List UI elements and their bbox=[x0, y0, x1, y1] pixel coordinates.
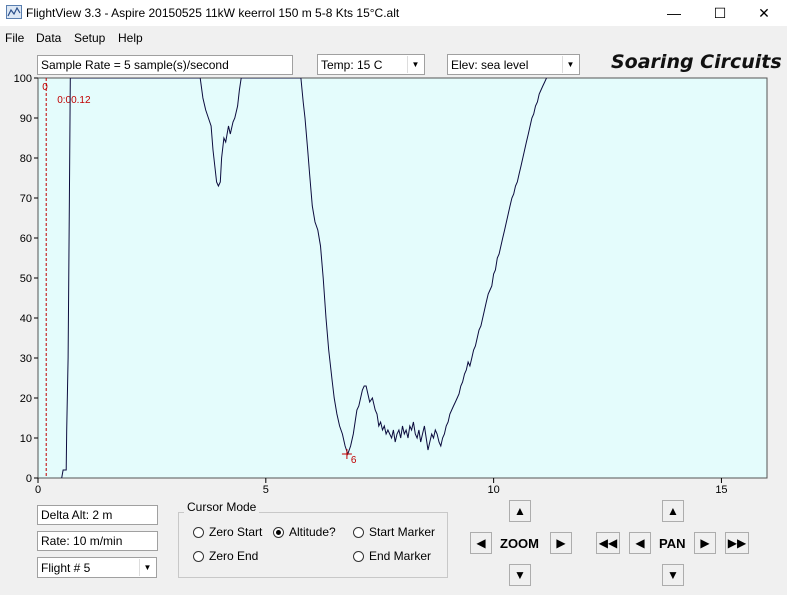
y-tick-label: 0 bbox=[26, 473, 32, 485]
double-left-icon: ◀◀ bbox=[598, 536, 618, 550]
y-tick-label: 60 bbox=[20, 233, 32, 245]
radio-zero-end[interactable]: Zero End bbox=[193, 549, 258, 563]
pan-down-button[interactable]: ▼ bbox=[662, 564, 684, 586]
radio-dot[interactable] bbox=[193, 526, 204, 538]
x-tick-label: 10 bbox=[488, 484, 500, 496]
triangle-up-icon: ▲ bbox=[667, 504, 679, 518]
menu-setup[interactable]: Setup bbox=[74, 31, 105, 45]
zoom-right-button[interactable]: ▶ bbox=[550, 532, 572, 554]
cursor-value-label: 6 bbox=[351, 455, 357, 466]
cursor-mode-title: Cursor Mode bbox=[184, 500, 260, 514]
zoom-down-button[interactable]: ▼ bbox=[509, 564, 531, 586]
triangle-down-icon: ▼ bbox=[514, 568, 526, 582]
triangle-up-icon: ▲ bbox=[514, 504, 526, 518]
zoom-label: ZOOM bbox=[500, 536, 539, 551]
y-tick-label: 40 bbox=[20, 313, 32, 325]
pan-up-button[interactable]: ▲ bbox=[662, 500, 684, 522]
triangle-left-icon: ◀ bbox=[635, 536, 645, 550]
chevron-down-icon[interactable]: ▼ bbox=[139, 559, 155, 576]
delta-alt-field: Delta Alt: 2 m bbox=[37, 505, 158, 525]
radio-label: Zero Start bbox=[209, 525, 263, 539]
double-right-icon: ▶▶ bbox=[727, 536, 747, 550]
flight-select[interactable]: Flight # 5 ▼ bbox=[37, 557, 157, 578]
menu-file[interactable]: File bbox=[5, 31, 24, 45]
x-tick-label: 5 bbox=[263, 484, 269, 496]
radio-label: Start Marker bbox=[369, 525, 436, 539]
y-tick-label: 70 bbox=[20, 193, 32, 205]
pan-right-button[interactable]: ▶ bbox=[694, 532, 716, 554]
menu-bar: File Data Setup Help bbox=[0, 28, 787, 48]
y-tick-label: 30 bbox=[20, 353, 32, 365]
menu-data[interactable]: Data bbox=[36, 31, 61, 45]
y-tick-label: 20 bbox=[20, 393, 32, 405]
app-icon bbox=[6, 5, 22, 19]
radio-altitude[interactable]: Altitude? bbox=[273, 525, 336, 539]
radio-zero-start[interactable]: Zero Start bbox=[193, 525, 262, 539]
radio-dot[interactable] bbox=[193, 550, 204, 562]
triangle-right-icon: ▶ bbox=[556, 536, 566, 550]
title-bar: FlightView 3.3 - Aspire 20150525 11kW ke… bbox=[0, 0, 787, 26]
x-tick-label: 15 bbox=[715, 484, 727, 496]
pan-fast-left-button[interactable]: ◀◀ bbox=[596, 532, 620, 554]
radio-dot-selected[interactable] bbox=[273, 526, 284, 538]
y-tick-label: 50 bbox=[20, 273, 32, 285]
maximize-button[interactable]: ☐ bbox=[697, 0, 743, 26]
rate-field: Rate: 10 m/min bbox=[37, 531, 158, 551]
altitude-chart[interactable]: 0 0:00.12 6 0 10 20 30 40 50 60 70 80 90 100 0 5 10 15 bbox=[0, 70, 787, 496]
triangle-down-icon: ▼ bbox=[667, 568, 679, 582]
pan-left-button[interactable]: ◀ bbox=[629, 532, 651, 554]
y-tick-label: 100 bbox=[14, 73, 32, 85]
marker-label: 0 bbox=[42, 82, 48, 93]
triangle-right-icon: ▶ bbox=[700, 536, 710, 550]
pan-label: PAN bbox=[659, 536, 686, 551]
radio-label: Altitude? bbox=[289, 525, 336, 539]
y-tick-label: 90 bbox=[20, 113, 32, 125]
cursor-mode-group bbox=[178, 512, 448, 578]
close-button[interactable]: ✕ bbox=[741, 0, 787, 26]
y-tick-label: 80 bbox=[20, 153, 32, 165]
marker-time-label: 0:00.12 bbox=[57, 95, 91, 106]
flight-value: Flight # 5 bbox=[41, 561, 91, 575]
zoom-left-button[interactable]: ◀ bbox=[470, 532, 492, 554]
radio-label: Zero End bbox=[209, 549, 259, 563]
x-tick-label: 0 bbox=[35, 484, 41, 496]
radio-end-marker[interactable]: End Marker bbox=[353, 549, 431, 563]
plot-area[interactable] bbox=[37, 77, 768, 479]
y-tick-label: 10 bbox=[20, 433, 32, 445]
minimize-button[interactable]: — bbox=[651, 0, 697, 26]
radio-start-marker[interactable]: Start Marker bbox=[353, 525, 435, 539]
radio-dot[interactable] bbox=[353, 550, 364, 562]
radio-dot[interactable] bbox=[353, 526, 364, 538]
pan-fast-right-button[interactable]: ▶▶ bbox=[725, 532, 749, 554]
zoom-up-button[interactable]: ▲ bbox=[509, 500, 531, 522]
radio-label: End Marker bbox=[369, 549, 432, 563]
window-title: FlightView 3.3 - Aspire 20150525 11kW ke… bbox=[26, 6, 400, 20]
menu-help[interactable]: Help bbox=[118, 31, 143, 45]
triangle-left-icon: ◀ bbox=[476, 536, 486, 550]
